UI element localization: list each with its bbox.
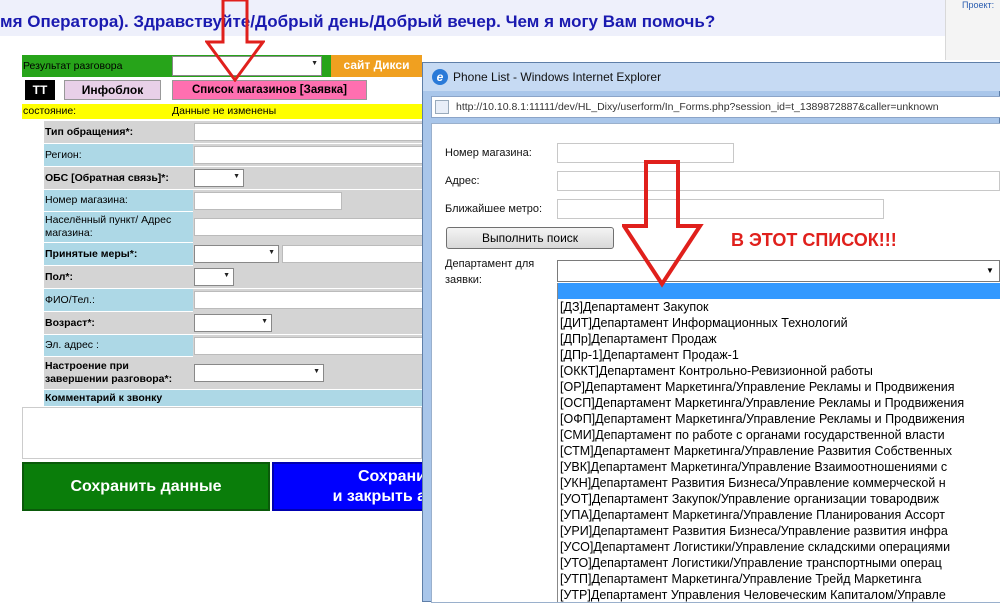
dept-option[interactable]: [ОФП]Департамент Маркетинга/Управление Р… [558,411,1000,427]
dept-option[interactable]: [УПА]Департамент Маркетинга/Управление П… [558,507,1000,523]
dept-option[interactable]: [ДПр]Департамент Продаж [558,331,1000,347]
call-form: Результат разговора сайт Дикси ТТ Инфобл… [22,55,444,515]
feedback-select[interactable] [194,169,244,187]
dlg-metro-label: Ближайшее метро: [445,203,543,215]
dept-option[interactable]: [ДЗ]Департамент Закупок [558,299,1000,315]
greeting-banner: мя Оператора). Здравствуйте/Добрый день/… [0,0,945,36]
store-number-label: Номер магазина: [45,194,128,206]
save-close-line1: Сохрани [358,468,426,485]
field-row-gender: Пол*: [44,266,444,289]
request-type-label: Тип обращения*: [45,126,134,138]
dixy-site-button[interactable]: сайт Дикси [331,55,422,77]
dlg-dept-label: Департамент для заявки: [445,258,535,286]
fio-label: ФИО/Тел.: [45,294,95,306]
dlg-metro-input[interactable] [557,199,884,219]
tab-tt[interactable]: ТТ [25,80,55,100]
result-label: Результат разговора [23,60,123,72]
dept-option[interactable]: [ОР]Департамент Маркетинга/Управление Ре… [558,379,1000,395]
dept-option[interactable]: [ОККТ]Департамент Контрольно-Ревизионной… [558,363,1000,379]
search-button[interactable]: Выполнить поиск [446,227,614,249]
dept-option[interactable]: [УРИ]Департамент Развития Бизнеса/Управл… [558,523,1000,539]
field-row-feedback: ОБС [Обратная связь]*: [44,167,444,190]
project-label: Проект: [962,0,995,10]
arrow-down-icon [622,160,704,288]
email-label: Эл. адрес : [45,339,99,351]
address-url: http://10.10.8.1:11111/dev/HL_Dixy/userf… [456,101,939,113]
dept-option[interactable]: [УОТ]Департамент Закупок/Управление орга… [558,491,1000,507]
page-icon [435,100,449,114]
fio-input[interactable] [194,291,444,309]
comment-header: Комментарий к звонку [44,390,444,407]
region-input[interactable] [194,146,444,164]
dept-option[interactable]: [УТО]Департамент Логистики/Управление тр… [558,555,1000,571]
dept-option[interactable]: [УСО]Департамент Логистики/Управление ск… [558,539,1000,555]
dept-option[interactable]: [ДИТ]Департамент Информационных Технолог… [558,315,1000,331]
address-bar[interactable]: http://10.10.8.1:11111/dev/HL_Dixy/userf… [431,96,1000,118]
comment-textarea[interactable] [22,407,422,459]
request-type-input[interactable] [194,123,444,141]
annotation-text: В ЭТОТ СПИСОК!!! [731,230,897,250]
age-label: Возраст*: [45,317,95,329]
dept-option[interactable]: [УВК]Департамент Маркетинга/Управление В… [558,459,1000,475]
region-label: Регион: [45,149,82,161]
dept-option[interactable]: [УКН]Департамент Развития Бизнеса/Управл… [558,475,1000,491]
state-value: Данные не изменены [172,105,277,117]
tab-infoblock[interactable]: Инфоблок [64,80,161,100]
dept-option[interactable]: [УТП]Департамент Маркетинга/Управление Т… [558,571,1000,587]
save-close-line2: и закрыть а [332,488,426,505]
mood-select[interactable] [194,364,324,382]
gender-label: Пол*: [45,271,73,283]
mood-label: Настроение при завершении разговора*: [45,360,173,385]
arrow-down-icon [205,0,265,82]
measures-label: Принятые меры*: [45,248,138,260]
state-row: состояние: Данные не изменены [22,104,422,119]
dept-option[interactable]: [ДПр-1]Департамент Продаж-1 [558,347,1000,363]
address-label: Населённый пункт/ Адрес магазина: [45,214,172,239]
field-row-fio: ФИО/Тел.: [44,289,444,312]
dept-option[interactable]: [СМИ]Департамент по работе с органами го… [558,427,1000,443]
field-row-address: Населённый пункт/ Адрес магазина: [44,212,444,243]
save-close-button[interactable]: Сохрани и закрыть а [272,462,432,511]
email-input[interactable] [194,337,444,355]
dlg-address-label: Адрес: [445,175,480,187]
field-row-store-number: Номер магазина: [44,190,444,212]
measures-input[interactable] [282,245,444,263]
field-row-mood: Настроение при завершении разговора*: [44,357,444,390]
field-row-age: Возраст*: [44,312,444,335]
gender-select[interactable] [194,268,234,286]
dept-option[interactable]: [ОСП]Департамент Маркетинга/Управление Р… [558,395,1000,411]
window-title: Phone List - Windows Internet Explorer [453,70,662,84]
chevron-down-icon: ▼ [986,266,994,275]
dept-option[interactable]: [СТМ]Департамент Маркетинга/Управление Р… [558,443,1000,459]
field-row-request-type: Тип обращения*: [44,121,444,144]
department-dropdown-list: [ДЗ]Департамент Закупок [ДИТ]Департамент… [557,283,1000,602]
state-label: состояние: [23,105,77,117]
comment-label: Комментарий к звонку [45,392,163,404]
ie-logo-icon: e [432,69,448,85]
save-button[interactable]: Сохранить данные [22,462,270,511]
field-row-region: Регион: [44,144,444,167]
age-select[interactable] [194,314,272,332]
field-row-email: Эл. адрес : [44,335,444,357]
dept-option[interactable]: [УТР]Департамент Управления Человеческим… [558,587,1000,603]
measures-select[interactable] [194,245,279,263]
feedback-label: ОБС [Обратная связь]*: [45,172,169,184]
field-row-measures: Принятые меры*: [44,243,444,266]
window-titlebar[interactable]: e Phone List - Windows Internet Explorer [423,63,1000,91]
address-input[interactable] [194,218,444,236]
dlg-store-number-label: Номер магазина: [445,147,532,159]
store-number-input[interactable] [194,192,342,210]
tab-stores[interactable]: Список магазинов [Заявка] [172,80,367,100]
